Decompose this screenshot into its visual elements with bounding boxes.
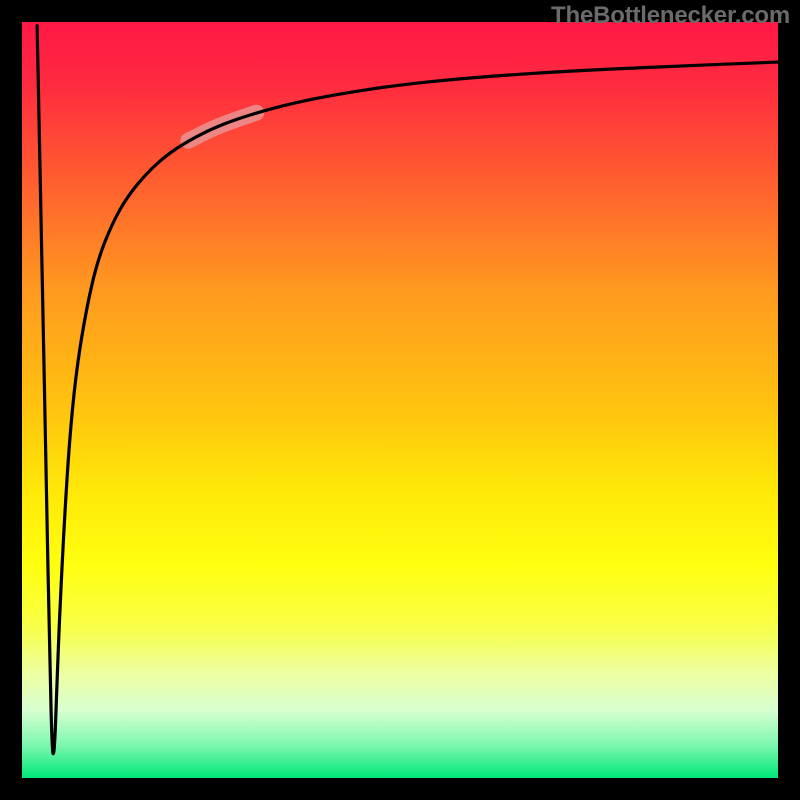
plot-border: [0, 778, 800, 800]
watermark-label: TheBottleneсker.com: [551, 2, 790, 30]
bottleneck-chart: [0, 0, 800, 800]
chart-frame: TheBottleneсker.com: [0, 0, 800, 800]
plot-border: [0, 0, 22, 800]
gradient-background: [22, 22, 778, 778]
plot-border: [778, 0, 800, 800]
